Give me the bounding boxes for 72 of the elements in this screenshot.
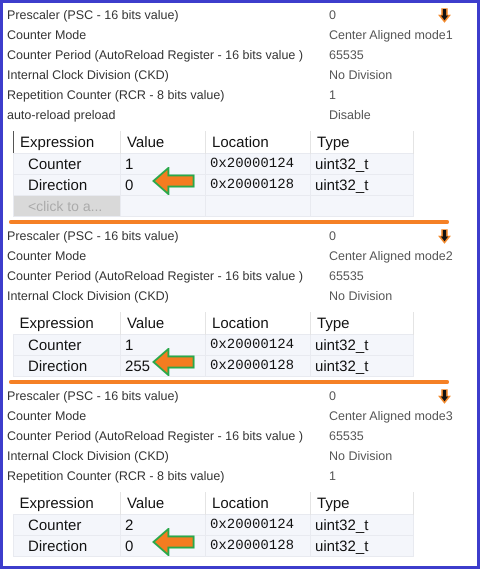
table-cell: 0x20000128 [206, 174, 310, 196]
table-cell: uint32_t [310, 536, 414, 556]
parameter-label: Repetition Counter (RCR - 8 bits value) [7, 87, 226, 104]
parameter-label: Prescaler (PSC - 16 bits value) [7, 388, 180, 405]
column-header[interactable]: Expression [14, 312, 120, 334]
table-cell: 0 [125, 176, 134, 194]
table-cell: uint32_t [310, 334, 414, 356]
parameter-value: Center Aligned mode1 [329, 28, 453, 42]
parameter-label: Prescaler (PSC - 16 bits value) [7, 228, 180, 245]
parameter-label: Repetition Counter (RCR - 8 bits value) [7, 468, 226, 485]
parameter-label: Internal Clock Division (CKD) [7, 448, 170, 465]
table-cell: Counter [14, 334, 120, 356]
parameter-label: auto-reload preload [7, 107, 116, 124]
parameter-label: Counter Period (AutoReload Register - 16 bits value ) [7, 47, 304, 64]
parameter-label: Counter Mode [7, 27, 88, 44]
parameter-label: Counter Period (AutoReload Register - 16 bits value ) [7, 268, 304, 285]
parameter-value: Center Aligned mode3 [329, 409, 453, 423]
parameter-label: Prescaler (PSC - 16 bits value) [7, 7, 180, 24]
table-cell: 0x20000124 [206, 154, 310, 174]
parameter-label: Counter Period (AutoReload Register - 16 bits value ) [7, 428, 304, 445]
parameter-value: 0 [329, 8, 336, 22]
table-cell: uint32_t [310, 514, 414, 536]
table-cell: uint32_t [310, 174, 414, 196]
column-header[interactable]: Expression [14, 131, 120, 154]
parameter-value: 0 [329, 389, 336, 403]
table-cell: Counter [14, 154, 120, 174]
table-cell: 255 [125, 358, 150, 374]
down-arrow-icon [438, 389, 451, 404]
left-arrow-icon [151, 348, 197, 376]
parameter-label: Internal Clock Division (CKD) [7, 288, 170, 305]
column-header[interactable]: Type [310, 131, 414, 154]
table-cell: uint32_t [310, 356, 414, 376]
table-cell: Direction [14, 536, 120, 556]
parameter-value: 0 [329, 229, 336, 243]
parameter-value: 65535 [329, 269, 364, 283]
parameter-value: Center Aligned mode2 [329, 249, 453, 263]
table-cell: 0x20000124 [206, 514, 310, 536]
column-header[interactable]: Location [206, 312, 310, 334]
parameter-label: Counter Mode [7, 408, 88, 425]
parameter-value: No Division [329, 68, 392, 82]
table-cell: uint32_t [310, 154, 414, 174]
column-header[interactable]: Value [120, 492, 206, 514]
parameter-value: Disable [329, 108, 371, 122]
table-cell: Counter [14, 514, 120, 536]
down-arrow-icon [438, 229, 451, 244]
table-cell: 1 [125, 156, 134, 172]
column-header[interactable]: Type [310, 492, 414, 514]
down-arrow-icon [438, 8, 451, 23]
parameter-value: 1 [329, 469, 336, 483]
column-header[interactable]: Location [206, 131, 310, 154]
table-cell: 0 [125, 538, 134, 554]
parameter-value: No Division [329, 289, 392, 303]
column-header[interactable]: Value [120, 131, 206, 154]
table-cell: 0x20000128 [206, 536, 310, 556]
left-arrow-icon [151, 167, 197, 195]
parameter-label: Counter Mode [7, 248, 88, 265]
column-header[interactable]: Expression [14, 492, 120, 514]
table-cell: Direction [14, 174, 120, 196]
table-cell: 0x20000128 [206, 356, 310, 376]
parameter-value: 1 [329, 88, 336, 102]
parameter-label: Internal Clock Division (CKD) [7, 67, 170, 84]
table-cell: 0x20000124 [206, 334, 310, 356]
column-header[interactable]: Type [310, 312, 414, 334]
parameter-value: 65535 [329, 48, 364, 62]
parameter-value: 65535 [329, 429, 364, 443]
column-header[interactable]: Location [206, 492, 310, 514]
table-cell: 2 [125, 516, 134, 534]
left-arrow-icon [151, 528, 197, 556]
table-cell: 1 [125, 336, 134, 354]
column-header[interactable]: Value [120, 312, 206, 334]
parameter-value: No Division [329, 449, 392, 463]
table-cell: Direction [14, 356, 120, 376]
